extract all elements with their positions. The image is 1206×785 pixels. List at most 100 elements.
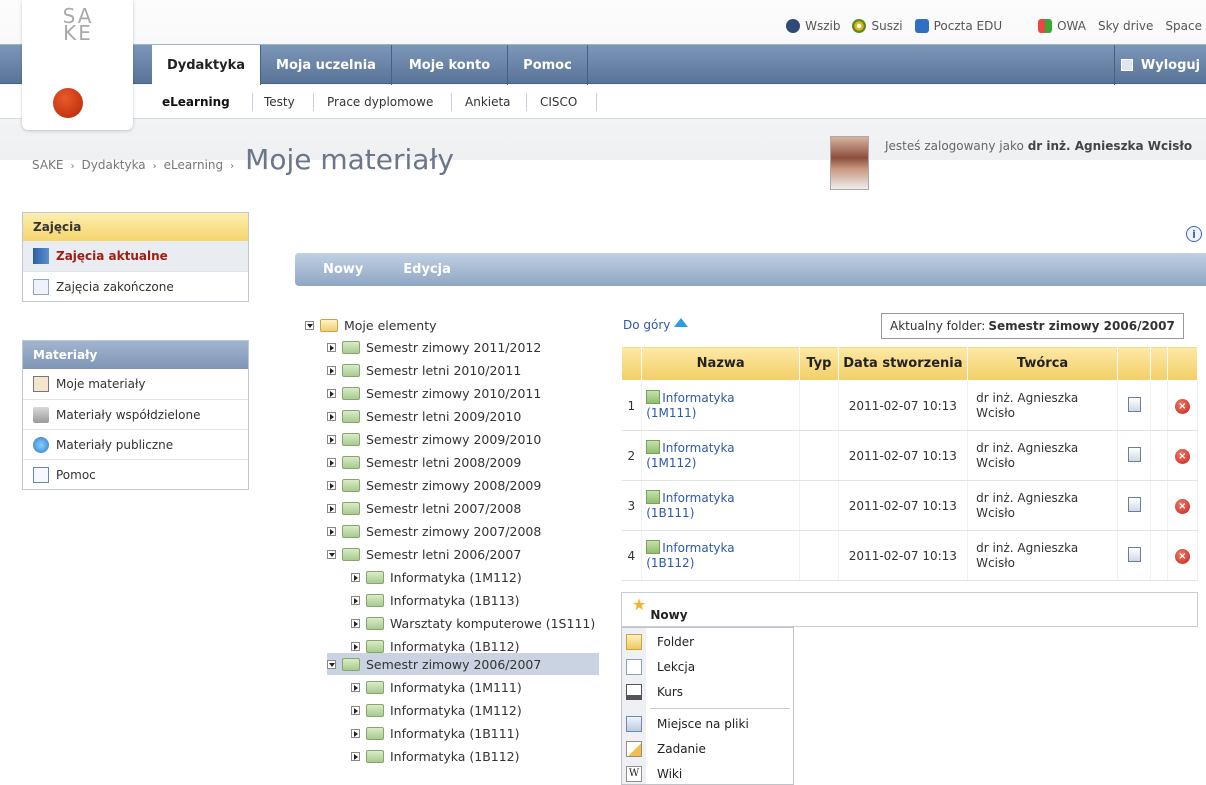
menu-item-miejsce-na-pliki[interactable]: Miejsce na pliki: [622, 711, 795, 736]
tree-node[interactable]: Warsztaty komputerowe (1S111): [351, 612, 595, 634]
tree-node[interactable]: Semestr zimowy 2009/2010: [327, 428, 541, 450]
header-data[interactable]: Data stworzenia: [837, 346, 969, 381]
folder-icon: [342, 547, 360, 561]
tree-node[interactable]: Semestr zimowy 2010/2011: [327, 382, 541, 404]
link-poczta-edu[interactable]: Poczta EDU: [914, 19, 1002, 33]
row-name-link[interactable]: Informatyka (1B112): [641, 530, 801, 581]
tree-node[interactable]: Informatyka (1M112): [351, 699, 522, 721]
breadcrumb-dydaktyka[interactable]: Dydaktyka: [82, 158, 146, 172]
collapse-toggle-icon[interactable]: [327, 549, 336, 559]
tree-node[interactable]: Informatyka (1B112): [351, 745, 520, 767]
delete-icon[interactable]: ×: [1174, 548, 1190, 564]
header-nazwa[interactable]: Nazwa: [641, 346, 801, 381]
menu-item-wiki[interactable]: W Wiki: [622, 761, 795, 785]
sidebar-item-zajecia-zakonczone[interactable]: Zajęcia zakończone: [23, 271, 248, 301]
collapse-toggle-icon[interactable]: [305, 320, 314, 330]
subnav-cisco[interactable]: CISCO: [540, 85, 577, 119]
up-link[interactable]: Do góry: [623, 317, 689, 332]
expand-toggle-icon[interactable]: [327, 457, 336, 467]
expand-toggle-icon[interactable]: [327, 342, 336, 352]
expand-toggle-icon[interactable]: [327, 526, 336, 536]
tree-root[interactable]: Moje elementy: [305, 314, 437, 336]
tree-node[interactable]: Informatyka (1M112): [351, 566, 522, 588]
tree-node-selected[interactable]: Semestr zimowy 2006/2007: [327, 653, 599, 675]
expand-toggle-icon[interactable]: [351, 728, 360, 738]
delete-icon[interactable]: ×: [1174, 448, 1190, 464]
toolbar-new-button[interactable]: Nowy: [323, 262, 363, 277]
sidebar-item-moje-materialy[interactable]: Moje materiały: [23, 369, 248, 399]
delete-icon[interactable]: ×: [1174, 498, 1190, 514]
tab-moja-uczelnia[interactable]: Moja uczelnia: [260, 45, 392, 85]
delete-icon[interactable]: ×: [1174, 398, 1190, 414]
link-suszi[interactable]: Suszi: [852, 19, 903, 33]
tree-node[interactable]: Semestr zimowy 2007/2008: [327, 520, 541, 542]
tree-node[interactable]: Semestr zimowy 2008/2009: [327, 474, 541, 496]
subnav-prace-dyplomowe[interactable]: Prace dyplomowe: [327, 85, 433, 119]
tree-node[interactable]: Semestr letni 2007/2008: [327, 497, 521, 519]
expand-toggle-icon[interactable]: [327, 388, 336, 398]
info-icon[interactable]: i: [1186, 226, 1202, 242]
expand-toggle-icon[interactable]: [351, 572, 360, 582]
tree-node[interactable]: Semestr letni 2009/2010: [327, 405, 521, 427]
menu-item-zadanie[interactable]: Zadanie: [622, 736, 795, 761]
copy-icon[interactable]: [1127, 546, 1141, 562]
toolbar-edit-button[interactable]: Edycja: [403, 262, 451, 277]
sake-logo[interactable]: SA KE: [22, 0, 133, 130]
sidebar-item-materialy-wspoldzielone[interactable]: Materiały współdzielone: [23, 399, 248, 429]
tree-node-label: Moje elementy: [344, 317, 437, 333]
tab-moje-konto[interactable]: Moje konto: [392, 45, 508, 85]
copy-icon[interactable]: [1127, 496, 1141, 512]
menu-item-kurs[interactable]: Kurs: [622, 679, 795, 704]
row-type: [799, 480, 839, 531]
subnav-elearning[interactable]: eLearning: [162, 85, 230, 119]
menu-item-lekcja[interactable]: Lekcja: [622, 654, 795, 679]
link-space[interactable]: Space: [1165, 19, 1202, 33]
divider: [313, 93, 314, 111]
copy-icon[interactable]: [1127, 446, 1141, 462]
expand-toggle-icon[interactable]: [327, 434, 336, 444]
logout-button[interactable]: Wyloguj: [1114, 45, 1206, 85]
tree-node[interactable]: Semestr letni 2010/2011: [327, 359, 521, 381]
table-row: 2 Informatyka (1M112) 2011-02-07 10:13 dr…: [621, 430, 1199, 481]
copy-icon[interactable]: [1127, 396, 1141, 412]
tree-node[interactable]: Informatyka (1M111): [351, 676, 522, 698]
tree-node[interactable]: Semestr letni 2006/2007: [327, 543, 521, 565]
tree-node[interactable]: Informatyka (1B111): [351, 722, 520, 744]
expand-toggle-icon[interactable]: [327, 365, 336, 375]
link-owa[interactable]: OWA: [1038, 19, 1086, 33]
expand-toggle-icon[interactable]: [327, 480, 336, 490]
expand-toggle-icon[interactable]: [351, 705, 360, 715]
expand-toggle-icon[interactable]: [351, 682, 360, 692]
expand-toggle-icon[interactable]: [351, 751, 360, 761]
collapse-toggle-icon[interactable]: [327, 659, 336, 669]
subnav-testy[interactable]: Testy: [264, 85, 295, 119]
expand-toggle-icon[interactable]: [351, 618, 360, 628]
breadcrumb-sake[interactable]: SAKE: [32, 158, 64, 172]
header-tworca[interactable]: Twórca: [967, 346, 1118, 381]
file-icon: [646, 390, 661, 404]
row-name-link[interactable]: Informatyka (1M111): [641, 380, 801, 431]
tab-pomoc[interactable]: Pomoc: [508, 45, 588, 85]
expand-toggle-icon[interactable]: [351, 641, 360, 651]
new-item-panel[interactable]: ★ Nowy: [621, 592, 1198, 627]
breadcrumb-elearning[interactable]: eLearning: [164, 158, 223, 172]
row-name-link[interactable]: Informatyka (1B111): [641, 480, 801, 531]
sidebar-item-pomoc[interactable]: Pomoc: [23, 459, 248, 489]
sidebar-item-zajecia-aktualne[interactable]: Zajęcia aktualne: [23, 241, 248, 271]
menu-item-folder[interactable]: Folder: [622, 629, 795, 654]
expand-toggle-icon[interactable]: [351, 595, 360, 605]
sidebar-item-materialy-publiczne[interactable]: Materiały publiczne: [23, 429, 248, 459]
subnav-ankieta[interactable]: Ankieta: [465, 85, 511, 119]
link-sky-drive[interactable]: Sky drive: [1098, 19, 1153, 33]
tree-node[interactable]: Semestr letni 2008/2009: [327, 451, 521, 473]
expand-toggle-icon[interactable]: [327, 503, 336, 513]
sub-navigation: eLearning Testy Prace dyplomowe Ankieta …: [0, 85, 1206, 119]
tab-dydaktyka[interactable]: Dydaktyka: [152, 45, 260, 85]
tree-node-label: Informatyka (1B111): [390, 725, 520, 741]
header-typ[interactable]: Typ: [799, 346, 839, 381]
tree-node[interactable]: Semestr zimowy 2011/2012: [327, 336, 541, 358]
link-wszib[interactable]: Wszib: [786, 19, 840, 33]
expand-toggle-icon[interactable]: [327, 411, 336, 421]
tree-node[interactable]: Informatyka (1B113): [351, 589, 520, 611]
row-name-link[interactable]: Informatyka (1M112): [641, 430, 801, 481]
